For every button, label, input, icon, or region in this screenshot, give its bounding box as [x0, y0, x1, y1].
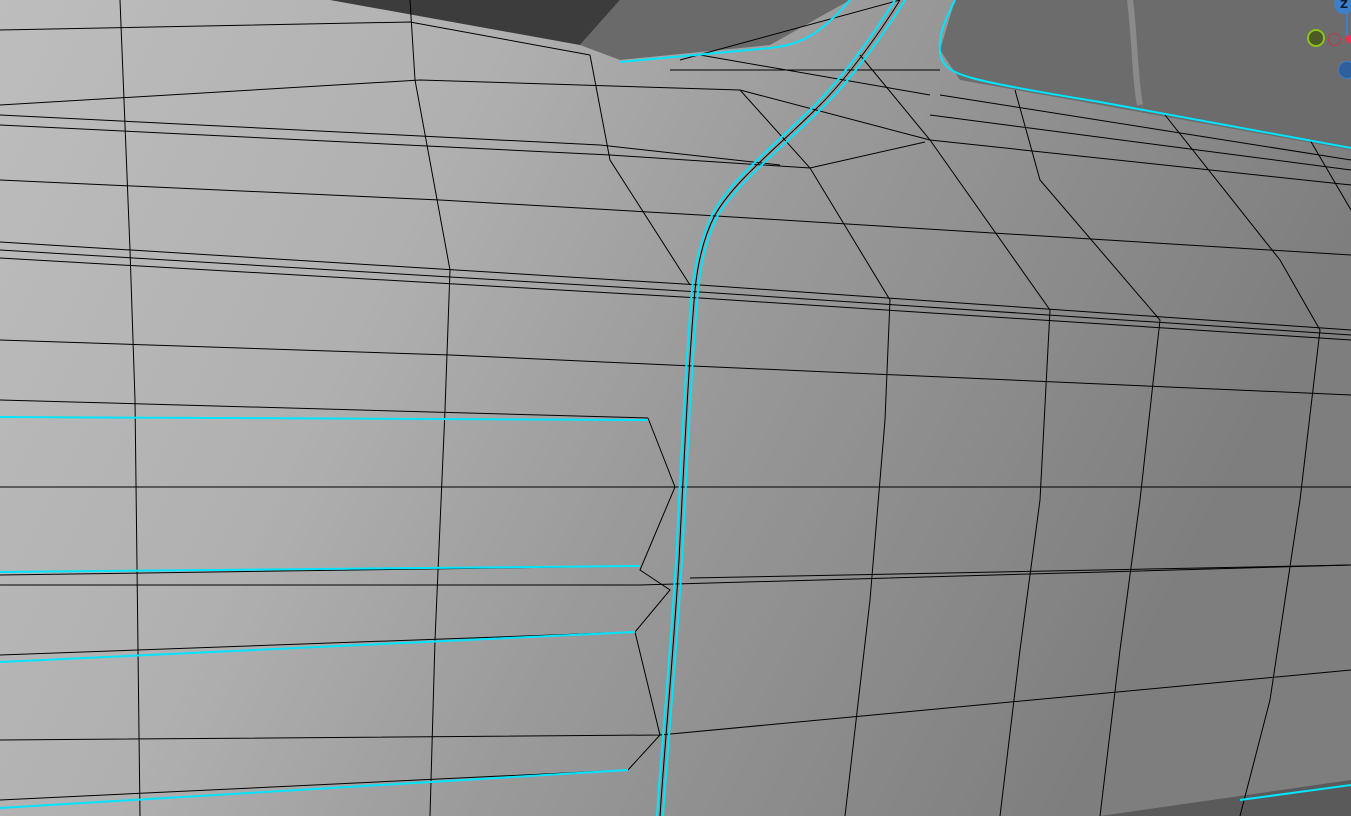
y-axis-handle[interactable]	[1307, 29, 1325, 47]
z-axis-negative-handle[interactable]	[1338, 61, 1351, 79]
x-axis-handle[interactable]	[1345, 35, 1351, 43]
mesh-surface	[0, 0, 1351, 816]
3d-viewport[interactable]: Z	[0, 0, 1351, 816]
z-axis-handle[interactable]: Z	[1334, 0, 1351, 14]
x-axis-negative-handle[interactable]	[1328, 33, 1341, 46]
navigation-gizmo[interactable]: Z	[1306, 0, 1351, 85]
z-axis-label: Z	[1340, 0, 1348, 11]
